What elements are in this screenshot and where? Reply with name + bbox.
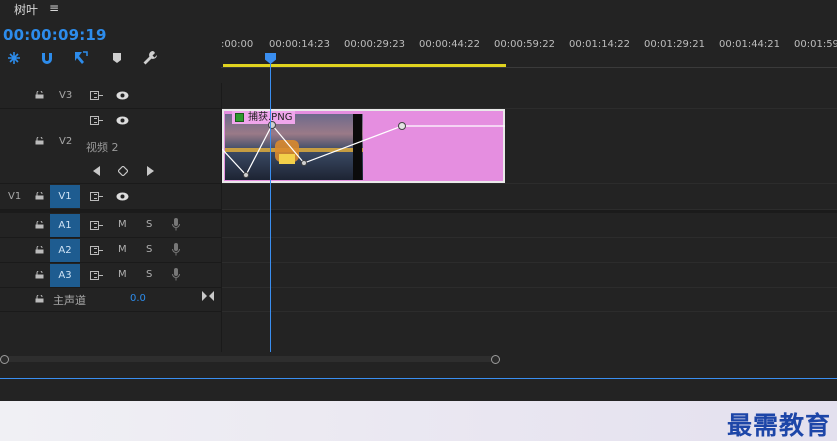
ruler-tick-label: 00:00:59:22	[494, 39, 556, 50]
scroll-thumb[interactable]	[4, 356, 496, 362]
sync-lock-icon[interactable]	[90, 116, 103, 125]
panel-menu-icon[interactable]: ≡	[49, 1, 59, 15]
sync-lock-icon[interactable]	[90, 192, 103, 201]
video-clip[interactable]: 捕获.PNG	[222, 109, 505, 183]
solo-button[interactable]: S	[146, 244, 152, 255]
track-label-v2: V2	[59, 136, 73, 147]
lock-icon[interactable]	[35, 91, 44, 99]
timeline-horizontal-scroll[interactable]	[0, 352, 837, 366]
track-area-a1[interactable]	[221, 213, 837, 238]
ruler-tick-label: 00:01:59	[794, 39, 837, 50]
mute-button[interactable]: M	[118, 269, 127, 280]
track-header-empty	[0, 312, 221, 352]
opacity-keyframe-curve[interactable]	[222, 109, 505, 183]
toggle-output-eye-icon[interactable]	[116, 192, 129, 201]
mute-button[interactable]: M	[118, 244, 127, 255]
track-area-empty[interactable]	[221, 312, 837, 352]
solo-button[interactable]: S	[146, 269, 152, 280]
add-keyframe-icon[interactable]	[118, 166, 128, 176]
linked-selection-icon[interactable]	[73, 50, 89, 66]
lock-icon[interactable]	[35, 246, 44, 254]
panel-bottom	[0, 366, 837, 401]
track-header-a1: A1 M S	[0, 213, 221, 238]
track-area-master[interactable]	[221, 288, 837, 312]
track-header-v2: V2 视频 2	[0, 109, 221, 184]
lock-icon[interactable]	[35, 221, 44, 229]
track-header-a3: A3 M S	[0, 263, 221, 288]
track-area-a2[interactable]	[221, 238, 837, 263]
previous-keyframe-icon[interactable]	[93, 166, 101, 176]
lock-icon[interactable]	[35, 295, 44, 303]
track-header-v3: V3	[0, 83, 221, 109]
track-target-a2[interactable]: A2	[50, 239, 80, 262]
current-timecode[interactable]: 00:00:09:19	[3, 26, 107, 44]
track-target-a1[interactable]: A1	[50, 214, 80, 237]
track-area-v3[interactable]	[221, 83, 837, 109]
go-to-end-icon[interactable]	[202, 291, 214, 301]
scroll-zoom-handle-left[interactable]	[0, 355, 9, 364]
timeline-header-left: 00:00:09:19	[0, 20, 221, 83]
master-volume-value[interactable]: 0.0	[130, 293, 146, 304]
mute-button[interactable]: M	[118, 219, 127, 230]
lock-icon[interactable]	[35, 192, 44, 200]
lock-icon[interactable]	[35, 137, 44, 145]
voiceover-mic-icon[interactable]	[172, 243, 180, 256]
sync-lock-icon[interactable]	[90, 91, 103, 100]
voiceover-mic-icon[interactable]	[172, 268, 180, 281]
toggle-output-eye-icon[interactable]	[116, 91, 129, 100]
sync-lock-icon[interactable]	[90, 271, 103, 280]
ruler-tick-label: 00:00:14:23	[269, 39, 331, 50]
timeline-settings-wrench-icon[interactable]	[142, 50, 158, 66]
track-header-master: 主声道 0.0	[0, 288, 221, 312]
solo-button[interactable]: S	[146, 219, 152, 230]
track-label-v3: V3	[59, 90, 73, 101]
sequence-tab-title[interactable]: 树叶	[14, 1, 38, 18]
track-target-a3[interactable]: A3	[50, 264, 80, 287]
toggle-output-eye-icon[interactable]	[116, 116, 129, 125]
track-header-a2: A2 M S	[0, 238, 221, 263]
add-marker-icon[interactable]	[109, 50, 125, 66]
playhead-line[interactable]	[270, 62, 271, 354]
track-area-v1[interactable]	[221, 184, 837, 210]
snap-magnet-icon[interactable]	[39, 50, 55, 66]
lock-icon[interactable]	[35, 271, 44, 279]
ruler-tick-label: 00:01:14:22	[569, 39, 631, 50]
ruler-tick-label: 00:00:29:23	[344, 39, 406, 50]
sync-lock-icon[interactable]	[90, 246, 103, 255]
source-patch-v1[interactable]: V1	[8, 191, 21, 202]
track-area-a3[interactable]	[221, 263, 837, 288]
ruler-tick-label: 00:00:44:22	[419, 39, 481, 50]
track-target-v1[interactable]: V1	[50, 185, 80, 208]
ruler-tick-label: 00:01:29:21	[644, 39, 706, 50]
ruler-tick-label: 00:01:44:21	[719, 39, 781, 50]
ruler-divider	[221, 67, 837, 68]
track-header-v1: V1 V1	[0, 184, 221, 210]
watermark-logo: 最需教育	[726, 411, 831, 440]
track-name-v2[interactable]: 视频 2	[86, 139, 119, 155]
footer-area: 最需教育	[0, 401, 837, 441]
next-keyframe-icon[interactable]	[146, 166, 154, 176]
time-ruler[interactable]: :00:00 00:00:14:23 00:00:29:23 00:00:44:…	[221, 20, 837, 83]
voiceover-mic-icon[interactable]	[172, 218, 180, 231]
panel-focus-line	[0, 378, 837, 379]
master-track-label: 主声道	[53, 294, 86, 307]
scroll-zoom-handle-right[interactable]	[491, 355, 500, 364]
ruler-tick-label: :00:00	[221, 39, 254, 50]
nest-toggle-icon[interactable]	[6, 50, 22, 66]
sync-lock-icon[interactable]	[90, 221, 103, 230]
title-bar: 树叶 ≡	[0, 0, 837, 20]
